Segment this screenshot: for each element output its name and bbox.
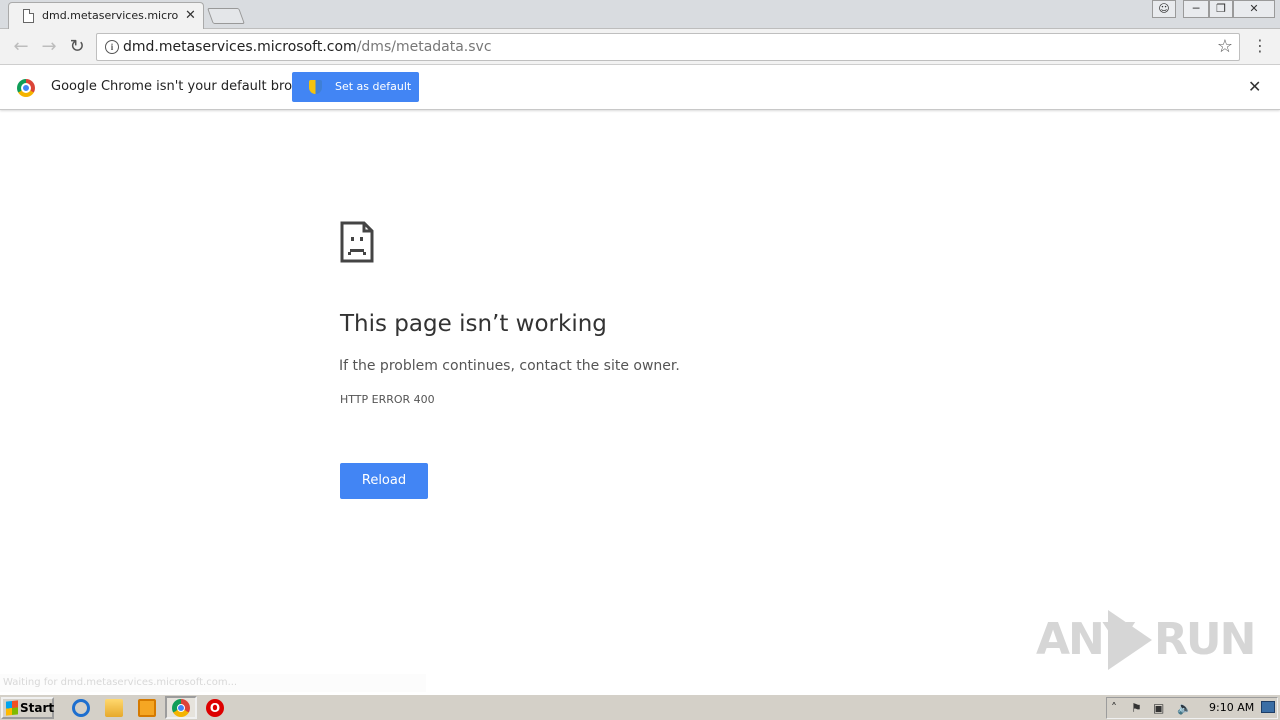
- start-button[interactable]: Start: [1, 697, 54, 719]
- error-title: This page isn’t working: [340, 311, 607, 337]
- page-icon: [23, 9, 34, 23]
- folder-icon[interactable]: [105, 699, 123, 717]
- taskbar: Start O ˄ ⚑ ▣ 🔈 9:10 AM: [0, 694, 1280, 720]
- default-browser-infobar: Google Chrome isn't your default browser…: [0, 65, 1280, 110]
- network-icon[interactable]: ▣: [1153, 701, 1164, 715]
- infobar-close-icon[interactable]: ✕: [1248, 77, 1261, 96]
- url-text[interactable]: dmd.metaservices.microsoft.com/dms/metad…: [123, 39, 492, 55]
- windows-logo-icon: [6, 700, 18, 716]
- set-as-default-label: Set as default: [335, 80, 412, 93]
- bookmark-star-icon[interactable]: ☆: [1217, 36, 1233, 57]
- reload-icon[interactable]: ↻: [66, 36, 88, 58]
- anyrun-watermark: ANY RUN: [1036, 608, 1256, 670]
- chrome-logo-icon: [17, 79, 35, 97]
- tab-active[interactable]: dmd.metaservices.microsoft ✕: [8, 2, 204, 29]
- close-window-button[interactable]: ✕: [1233, 0, 1275, 18]
- system-tray: ˄ ⚑ ▣ 🔈 9:10 AM: [1106, 697, 1278, 719]
- tray-expand-icon[interactable]: ˄: [1111, 701, 1117, 715]
- shield-icon: [309, 80, 322, 94]
- sad-page-icon: [340, 221, 374, 263]
- info-icon[interactable]: i: [105, 40, 119, 54]
- internet-explorer-icon[interactable]: [72, 699, 90, 717]
- tab-title: dmd.metaservices.microsoft: [42, 9, 178, 22]
- profile-button[interactable]: ☺: [1152, 0, 1176, 18]
- set-as-default-button[interactable]: Set as default: [292, 72, 419, 102]
- status-bar-text: Waiting for dmd.metaservices.microsoft.c…: [0, 674, 426, 692]
- forward-arrow-icon[interactable]: →: [38, 36, 60, 58]
- volume-icon[interactable]: 🔈: [1177, 701, 1192, 715]
- tab-strip: dmd.metaservices.microsoft ✕ ☺ ─ ❐ ✕: [0, 0, 1280, 29]
- back-arrow-icon[interactable]: ←: [10, 36, 32, 58]
- play-icon: [1108, 610, 1152, 670]
- clock[interactable]: 9:10 AM: [1209, 701, 1254, 714]
- error-description: If the problem continues, contact the si…: [339, 358, 680, 374]
- tab-close-icon[interactable]: ✕: [185, 8, 196, 23]
- error-code: HTTP ERROR 400: [340, 393, 435, 406]
- browser-toolbar: ← → ↻ i dmd.metaservices.microsoft.com/d…: [0, 29, 1280, 65]
- infobar-message: Google Chrome isn't your default browser: [51, 79, 323, 94]
- show-desktop-icon[interactable]: [1261, 701, 1275, 713]
- media-player-icon[interactable]: [138, 699, 156, 717]
- opera-icon[interactable]: O: [206, 699, 224, 717]
- minimize-button[interactable]: ─: [1183, 0, 1209, 18]
- flag-icon[interactable]: ⚑: [1131, 701, 1142, 715]
- menu-dots-icon[interactable]: ⋮: [1252, 36, 1268, 58]
- restore-button[interactable]: ❐: [1209, 0, 1233, 18]
- address-bar[interactable]: i dmd.metaservices.microsoft.com/dms/met…: [96, 33, 1240, 61]
- reload-button[interactable]: Reload: [340, 463, 428, 499]
- chrome-taskbar-icon[interactable]: [172, 699, 190, 717]
- new-tab-button[interactable]: [207, 8, 245, 24]
